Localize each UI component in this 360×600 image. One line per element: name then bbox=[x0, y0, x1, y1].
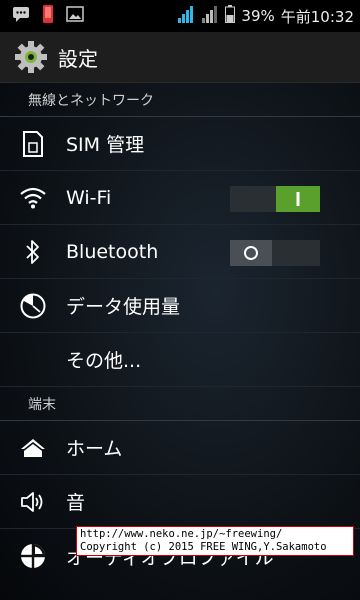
settings-list: 無線とネットワーク SIM 管理 Wi-Fi Bluetooth データ使用量 … bbox=[0, 83, 360, 600]
wifi-toggle[interactable] bbox=[230, 186, 320, 212]
toggle-on-indicator bbox=[276, 186, 320, 212]
watermark-copyright: Copyright (c) 2015 FREE WING,Y.Sakamoto bbox=[80, 541, 327, 553]
speaker-icon bbox=[0, 490, 66, 514]
copyright-watermark: http://www.neko.ne.jp/~freewing/ Copyrig… bbox=[76, 526, 354, 556]
list-item-sound[interactable]: 音 bbox=[0, 475, 360, 529]
watermark-url: http://www.neko.ne.jp/~freewing/ bbox=[80, 528, 283, 540]
settings-gear-icon[interactable] bbox=[14, 40, 48, 74]
signal-sim2-icon bbox=[201, 4, 219, 28]
list-item-bluetooth[interactable]: Bluetooth bbox=[0, 225, 360, 279]
list-item-home[interactable]: ホーム bbox=[0, 421, 360, 475]
phone-notification-icon bbox=[42, 4, 54, 28]
section-header-wireless: 無線とネットワーク bbox=[0, 83, 360, 117]
bluetooth-toggle[interactable] bbox=[230, 240, 320, 266]
list-item-label: 音 bbox=[66, 492, 86, 514]
sim-card-icon bbox=[0, 130, 66, 158]
battery-percent: 39% bbox=[241, 7, 275, 25]
section-header-device: 端末 bbox=[0, 387, 360, 421]
list-item-label: その他... bbox=[66, 350, 142, 372]
image-notification-icon bbox=[66, 6, 84, 26]
list-item-wifi[interactable]: Wi-Fi bbox=[0, 171, 360, 225]
list-item-label: データ使用量 bbox=[66, 296, 181, 318]
list-item-label: SIM 管理 bbox=[66, 134, 145, 156]
list-item-data-usage[interactable]: データ使用量 bbox=[0, 279, 360, 333]
audio-profile-icon bbox=[0, 542, 66, 570]
wifi-icon bbox=[0, 187, 66, 209]
action-bar: 設定 bbox=[0, 32, 360, 83]
clock: 午前10:32 bbox=[280, 7, 354, 26]
signal-strength-icon bbox=[177, 4, 195, 28]
page-title: 設定 bbox=[58, 46, 98, 71]
chat-notification-icon bbox=[12, 6, 30, 26]
battery-icon bbox=[225, 5, 236, 27]
data-usage-icon bbox=[0, 292, 66, 320]
list-item-more[interactable]: その他... bbox=[0, 333, 360, 387]
list-item-label: Wi-Fi bbox=[66, 186, 112, 209]
toggle-off-indicator bbox=[230, 240, 272, 266]
home-icon bbox=[0, 437, 66, 459]
list-item-label: Bluetooth bbox=[66, 240, 159, 263]
list-item-label: ホーム bbox=[66, 438, 123, 460]
bluetooth-icon bbox=[0, 239, 66, 265]
status-bar: 39% 午前10:32 bbox=[0, 0, 360, 32]
list-item-sim[interactable]: SIM 管理 bbox=[0, 117, 360, 171]
